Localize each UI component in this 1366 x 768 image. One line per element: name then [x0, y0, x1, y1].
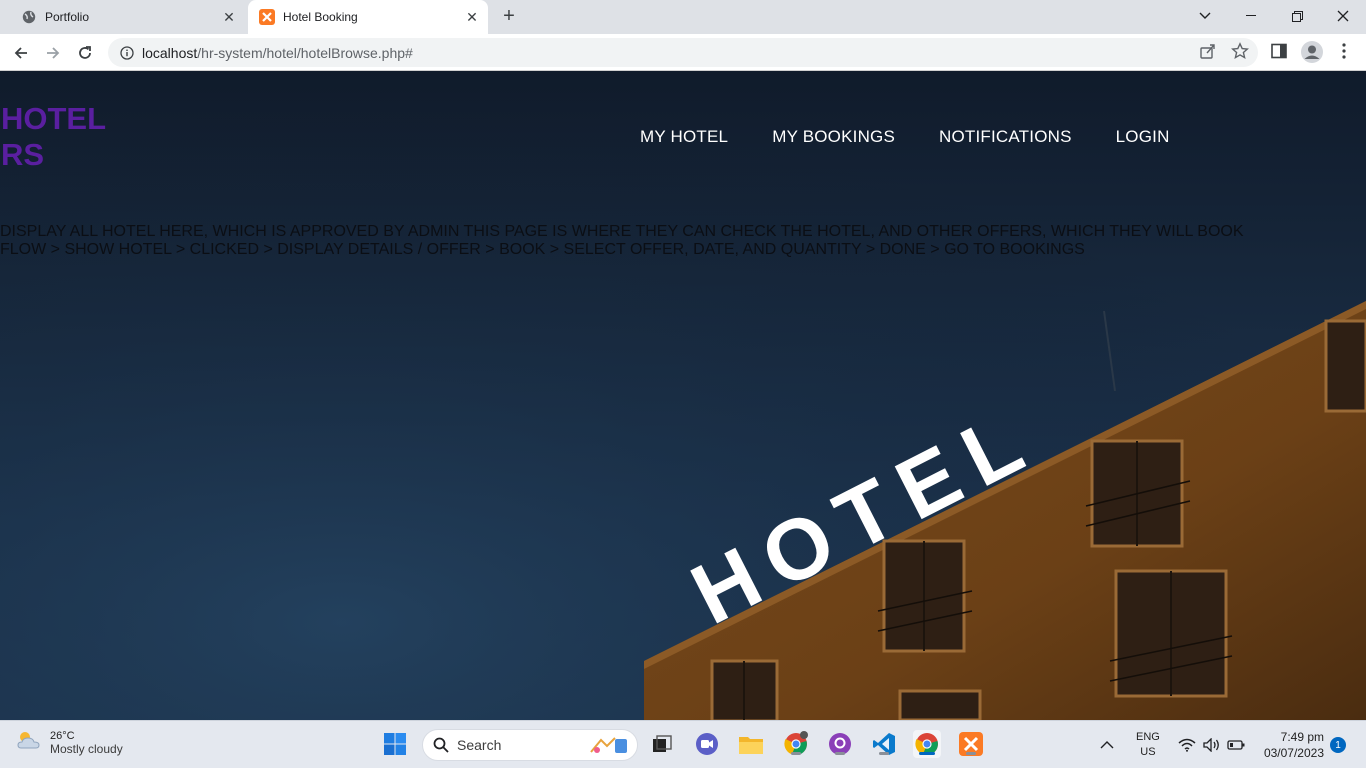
tab-hotel-booking[interactable]: Hotel Booking ✕ — [248, 0, 488, 34]
teams-meet-icon[interactable] — [693, 730, 721, 758]
web-page: HOTEL HOTEL RS MY HOTEL MY BOOKINGS NOTI… — [0, 71, 1366, 720]
restore-button[interactable] — [1274, 0, 1320, 32]
tab-portfolio[interactable]: Portfolio ✕ — [10, 0, 245, 34]
url-path: /hr-system/hotel/hotelBrowse.php# — [197, 44, 413, 61]
notification-count: 1 — [1330, 737, 1346, 753]
clock-time: 7:49 pm — [1280, 730, 1324, 744]
file-explorer-icon[interactable] — [737, 730, 765, 758]
share-icon[interactable] — [1199, 42, 1217, 65]
search-highlight-icon — [587, 734, 631, 756]
browser-tab-strip: Portfolio ✕ Hotel Booking ✕ + — [0, 0, 1366, 34]
language-code: ENG — [1136, 731, 1160, 743]
language-indicator[interactable]: ENG US — [1136, 721, 1160, 768]
running-indicator — [835, 752, 845, 755]
weather-widget[interactable]: 26°C Mostly cloudy — [14, 728, 123, 757]
github-desktop-icon[interactable] — [826, 730, 854, 758]
close-window-button[interactable] — [1320, 0, 1366, 32]
reload-button[interactable] — [72, 40, 98, 66]
menu-dots-icon[interactable] — [1340, 42, 1348, 65]
taskbar-search[interactable]: Search — [422, 729, 638, 761]
nav-my-bookings[interactable]: MY BOOKINGS — [772, 127, 895, 147]
active-indicator — [919, 752, 935, 755]
main-nav: MY HOTEL MY BOOKINGS NOTIFICATIONS LOGIN — [640, 127, 1214, 147]
running-indicator — [879, 752, 889, 755]
globe-icon — [21, 9, 37, 25]
hotel-background-image: HOTEL — [0, 71, 1366, 720]
back-button[interactable] — [8, 40, 34, 66]
clock-date: 03/07/2023 — [1263, 746, 1324, 760]
search-label: Search — [457, 737, 502, 753]
clock[interactable]: 7:49 pm 03/07/2023 — [1258, 721, 1324, 768]
page-description: DISPLAY ALL HOTEL HERE, WHICH IS APPROVE… — [0, 223, 1244, 259]
show-hidden-icons[interactable] — [1100, 721, 1114, 768]
description-line-1: DISPLAY ALL HOTEL HERE, WHICH IS APPROVE… — [0, 223, 1244, 240]
chrome-profile-icon[interactable] — [782, 730, 810, 758]
forward-button[interactable] — [40, 40, 66, 66]
tab-search-icon[interactable] — [1182, 0, 1228, 32]
side-panel-icon[interactable] — [1270, 42, 1288, 65]
new-tab-button[interactable]: + — [498, 6, 520, 28]
nav-login[interactable]: LOGIN — [1116, 127, 1170, 147]
info-icon[interactable] — [120, 45, 134, 60]
close-tab-icon[interactable]: ✕ — [462, 7, 482, 27]
windows-taskbar: 26°C Mostly cloudy Search ENG US 7:49 pm… — [0, 720, 1366, 768]
minimize-button[interactable] — [1228, 0, 1274, 32]
nav-my-hotel[interactable]: MY HOTEL — [640, 127, 728, 147]
weather-temperature: 26°C — [50, 729, 75, 742]
running-indicator — [791, 752, 801, 755]
address-bar[interactable]: localhost/hr-system/hotel/hotelBrowse.ph… — [108, 38, 1258, 67]
description-line-2: FLOW > SHOW HOTEL > CLICKED > DISPLAY DE… — [0, 241, 1085, 258]
keyboard-region: US — [1140, 746, 1156, 758]
windows-start-icon[interactable] — [381, 730, 409, 758]
xampp-icon — [259, 9, 275, 25]
nav-notifications[interactable]: NOTIFICATIONS — [939, 127, 1072, 147]
wifi-icon[interactable] — [1178, 721, 1196, 768]
site-logo[interactable]: HOTEL RS — [1, 101, 106, 173]
chrome-icon[interactable] — [913, 730, 941, 758]
bookmark-star-icon[interactable] — [1231, 42, 1249, 65]
logo-line-1: HOTEL — [1, 101, 107, 136]
weather-condition: Mostly cloudy — [50, 741, 123, 756]
vscode-icon[interactable] — [870, 730, 898, 758]
battery-icon[interactable] — [1227, 721, 1245, 768]
close-tab-icon[interactable]: ✕ — [219, 7, 239, 27]
cloud-sun-icon — [14, 728, 44, 757]
tab-title: Portfolio — [45, 10, 90, 24]
running-indicator — [966, 752, 976, 755]
browser-toolbar: localhost/hr-system/hotel/hotelBrowse.ph… — [0, 34, 1366, 71]
task-view-icon[interactable] — [648, 730, 676, 758]
url-host: localhost — [142, 44, 198, 61]
search-icon — [433, 737, 449, 753]
tab-title: Hotel Booking — [283, 10, 358, 24]
notification-badge[interactable]: 1 — [1330, 721, 1346, 768]
logo-line-2: RS — [1, 137, 45, 172]
volume-icon[interactable] — [1203, 721, 1221, 768]
xampp-taskbar-icon[interactable] — [957, 730, 985, 758]
url-text: localhost/hr-system/hotel/hotelBrowse.ph… — [142, 45, 413, 61]
profile-avatar-icon[interactable] — [1300, 40, 1324, 69]
